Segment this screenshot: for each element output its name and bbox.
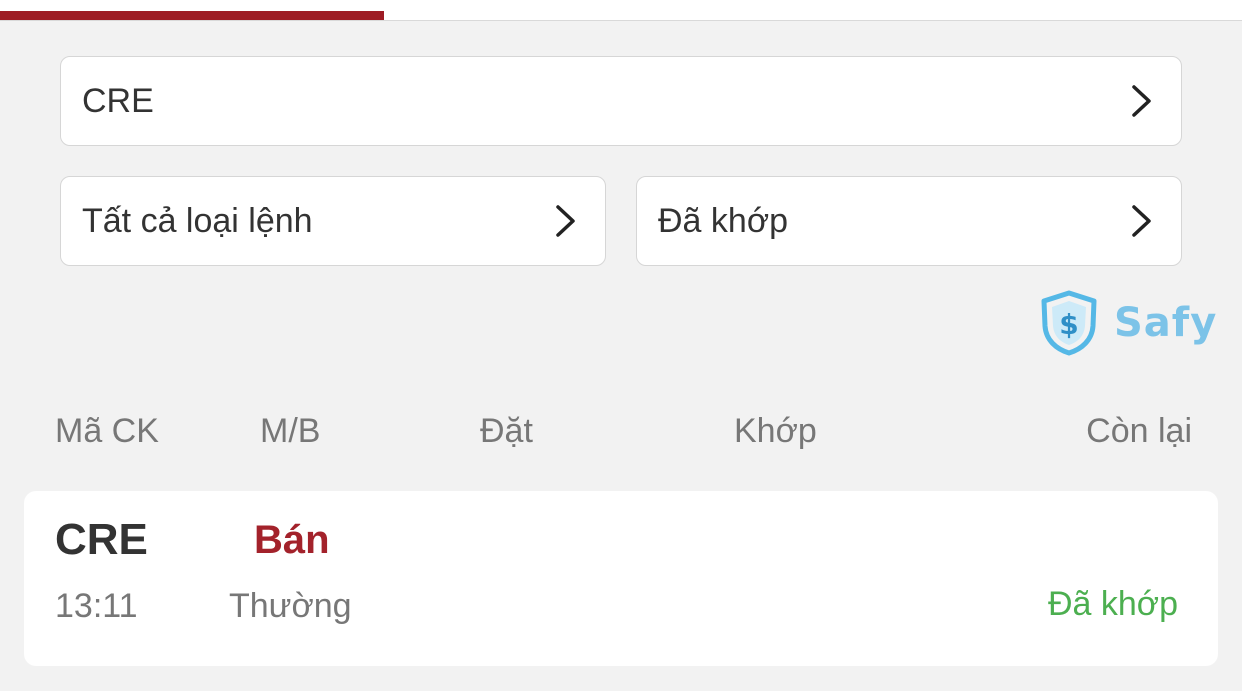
order-type-selector-value: Tất cả loại lệnh	[82, 201, 313, 240]
dollar-shield-icon: $	[1041, 290, 1097, 356]
order-symbol: CRE	[55, 515, 148, 564]
order-row[interactable]: CRE Bán 13:11 Thường Đã khớp	[24, 491, 1218, 666]
chevron-right-icon	[1132, 205, 1151, 237]
safy-brand-text: Safy	[1114, 300, 1218, 346]
order-side: Bán	[254, 518, 330, 562]
order-time: 13:11	[55, 587, 138, 625]
order-status-selector[interactable]: Đã khớp	[636, 176, 1182, 266]
symbol-selector-value: CRE	[82, 81, 154, 120]
header-matched: Khớp	[734, 412, 817, 450]
order-status-badge: Đã khớp	[1047, 585, 1178, 623]
chevron-right-icon	[556, 205, 575, 237]
order-type-selector[interactable]: Tất cả loại lệnh	[60, 176, 606, 266]
header-symbol: Mã CK	[55, 412, 159, 450]
header-remaining: Còn lại	[1086, 412, 1192, 450]
symbol-selector[interactable]: CRE	[60, 56, 1182, 146]
header-side: M/B	[260, 412, 321, 450]
chevron-right-icon	[1132, 85, 1151, 117]
svg-text:$: $	[1059, 308, 1078, 341]
safy-logo: $ Safy	[1040, 290, 1217, 356]
active-tab-indicator	[0, 11, 384, 20]
header-order-price: Đặt	[480, 412, 533, 450]
order-kind: Thường	[229, 587, 352, 625]
tab-bar	[0, 0, 1242, 21]
order-status-selector-value: Đã khớp	[658, 201, 789, 240]
